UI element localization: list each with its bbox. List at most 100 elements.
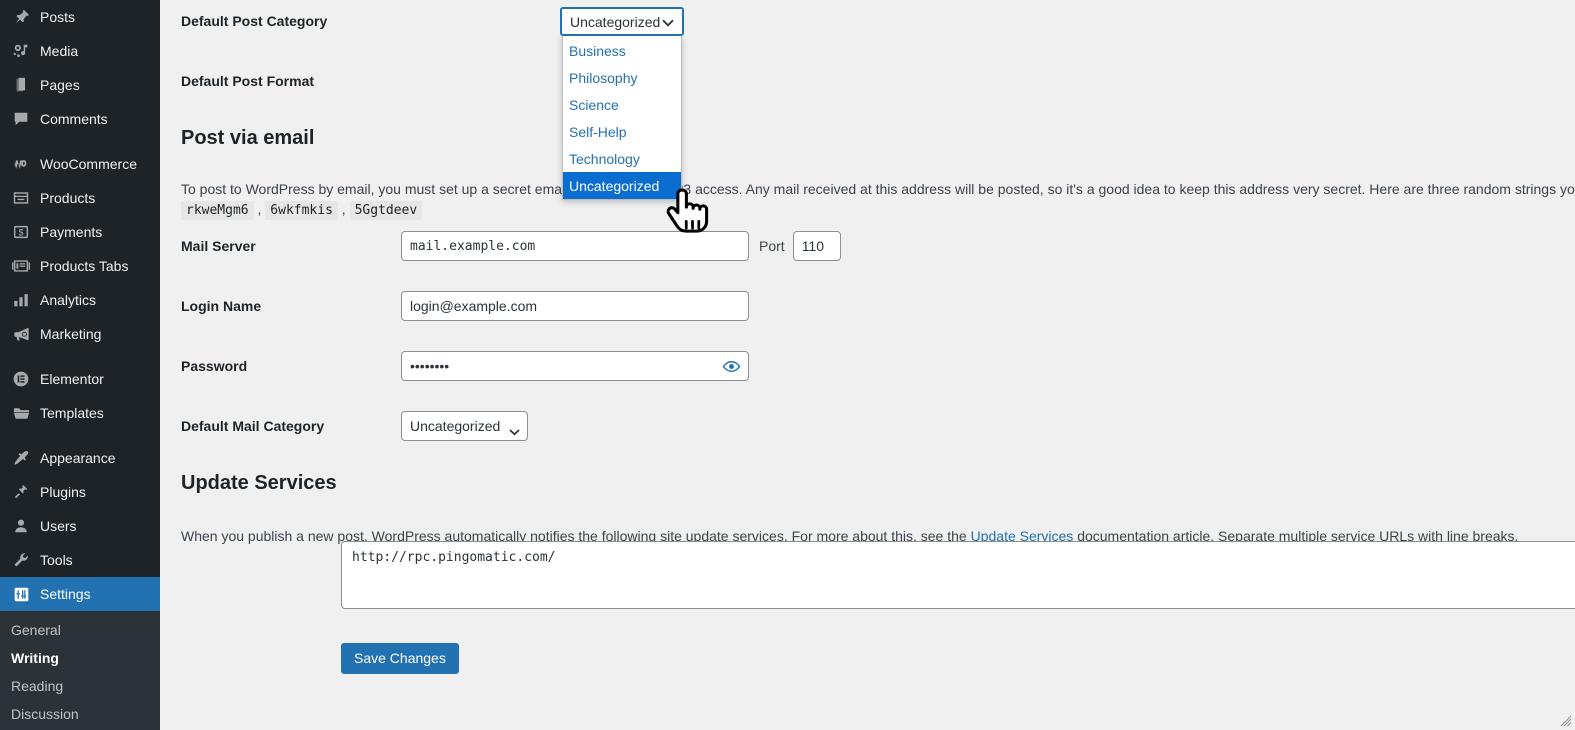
sidebar-item-elementor[interactable]: Elementor: [0, 362, 160, 396]
products-tabs-icon: [11, 256, 31, 276]
users-icon: [11, 516, 31, 536]
default-post-category-select[interactable]: Uncategorized: [560, 7, 684, 36]
sidebar-item-users[interactable]: Users: [0, 509, 160, 543]
post-via-email-description-text: To post to WordPress by email, you must …: [181, 181, 1575, 197]
password-field-wrapper: [401, 351, 749, 381]
default-post-format-label: Default Post Format: [181, 73, 315, 89]
sidebar-item-label: Templates: [40, 405, 104, 421]
mail-server-label: Mail Server: [181, 237, 256, 254]
dropdown-option-self-help[interactable]: Self-Help: [563, 118, 681, 145]
payments-icon: $: [11, 222, 31, 242]
submenu-item-reading[interactable]: Reading: [0, 672, 160, 700]
sidebar-item-products[interactable]: Products: [0, 181, 160, 215]
dropdown-option-science[interactable]: Science: [563, 91, 681, 118]
settings-icon: [11, 584, 31, 604]
post-via-email-heading: Post via email: [181, 127, 315, 149]
dropdown-option-business[interactable]: Business: [563, 37, 681, 64]
comma: ,: [337, 201, 350, 217]
sidebar-item-label: Users: [40, 518, 77, 534]
random-string-2: 6wkfmkis: [265, 201, 338, 220]
sidebar-item-label: Products Tabs: [40, 258, 129, 274]
sidebar-item-woocommerce[interactable]: WooCommerce: [0, 147, 160, 181]
update-services-textarea[interactable]: http://rpc.pingomatic.com/: [341, 541, 1575, 609]
admin-sidebar: Posts Media Pages Comments WooCommerce P…: [0, 0, 168, 730]
post-via-email-description: To post to WordPress by email, you must …: [181, 179, 1575, 200]
row-login-name: Login Name: [181, 291, 749, 321]
settings-writing-content: Default Post Category Default Post Forma…: [160, 0, 1575, 730]
menu-separator: [0, 430, 160, 441]
sidebar-item-templates[interactable]: Templates: [0, 396, 160, 430]
sidebar-item-tools[interactable]: Tools: [0, 543, 160, 577]
menu-separator: [0, 136, 160, 147]
comment-icon: [11, 109, 31, 129]
media-icon: [11, 41, 31, 61]
appearance-icon: [11, 448, 31, 468]
sidebar-item-posts[interactable]: Posts: [0, 0, 160, 34]
default-post-category-label: Default Post Category: [181, 13, 328, 29]
dropdown-option-uncategorized[interactable]: Uncategorized: [563, 172, 681, 199]
sidebar-item-appearance[interactable]: Appearance: [0, 441, 160, 475]
submenu-item-general[interactable]: General: [0, 616, 160, 644]
default-mail-category-label: Default Mail Category: [181, 417, 325, 434]
sidebar-item-settings[interactable]: Settings: [0, 577, 168, 611]
port-label: Port: [759, 238, 785, 254]
row-default-post-category: Default Post Category: [181, 12, 401, 30]
update-services-heading: Update Services: [181, 472, 337, 494]
save-changes-button[interactable]: Save Changes: [341, 643, 459, 674]
menu-separator: [0, 351, 160, 362]
default-mail-category-wrapper: Uncategorized: [401, 411, 528, 441]
sidebar-item-label: Marketing: [40, 326, 102, 342]
marketing-icon: [11, 324, 31, 344]
login-name-input[interactable]: [401, 291, 749, 321]
sidebar-item-comments[interactable]: Comments: [0, 102, 160, 136]
tools-icon: [11, 550, 31, 570]
woocommerce-icon: [11, 154, 31, 174]
row-default-post-format: Default Post Format: [181, 72, 401, 90]
sidebar-item-label: WooCommerce: [40, 156, 137, 172]
settings-submenu: General Writing Reading Discussion: [0, 611, 160, 730]
submenu-item-writing[interactable]: Writing: [0, 644, 160, 672]
password-input[interactable]: [401, 351, 749, 381]
comma: ,: [253, 201, 266, 217]
textarea-resize-handle[interactable]: [1560, 715, 1572, 727]
default-mail-category-select[interactable]: Uncategorized: [401, 411, 528, 441]
sidebar-item-media[interactable]: Media: [0, 34, 160, 68]
row-default-mail-category: Default Mail Category Uncategorized: [181, 411, 528, 441]
sidebar-item-label: Plugins: [40, 484, 86, 500]
templates-icon: [11, 403, 31, 423]
sidebar-item-products-tabs[interactable]: Products Tabs: [0, 249, 160, 283]
sidebar-item-label: Products: [40, 190, 96, 206]
pages-icon: [11, 75, 31, 95]
sidebar-item-label: Media: [40, 43, 79, 59]
sidebar-item-label: Comments: [40, 111, 108, 127]
sidebar-item-marketing[interactable]: Marketing: [0, 317, 160, 351]
password-label: Password: [181, 357, 248, 374]
sidebar-item-label: Appearance: [40, 450, 116, 466]
svg-text:$: $: [18, 228, 23, 238]
elementor-icon: [11, 369, 31, 389]
sidebar-item-label: Pages: [40, 77, 80, 93]
chevron-down-icon: [662, 14, 674, 30]
row-mail-server: Mail Server Port: [181, 231, 841, 261]
sidebar-item-plugins[interactable]: Plugins: [0, 475, 160, 509]
submenu-item-discussion[interactable]: Discussion: [0, 700, 160, 728]
sidebar-item-analytics[interactable]: Analytics: [0, 283, 160, 317]
sidebar-item-payments[interactable]: $ Payments: [0, 215, 160, 249]
sidebar-item-label: Analytics: [40, 292, 97, 308]
sidebar-item-label: Elementor: [40, 371, 104, 387]
dropdown-option-technology[interactable]: Technology: [563, 145, 681, 172]
dropdown-option-philosophy[interactable]: Philosophy: [563, 64, 681, 91]
default-post-category-dropdown-list: Business Philosophy Science Self-Help Te…: [562, 36, 682, 200]
random-string-1: rkweMgm6: [181, 201, 254, 220]
sidebar-item-label: Settings: [40, 586, 91, 602]
mail-server-input[interactable]: [401, 231, 749, 261]
random-string-3: 5Ggtdeev: [349, 201, 423, 220]
login-name-label: Login Name: [181, 297, 262, 314]
sidebar-item-label: Payments: [40, 224, 103, 240]
analytics-icon: [11, 290, 31, 310]
eye-icon[interactable]: [721, 356, 741, 376]
sidebar-item-pages[interactable]: Pages: [0, 68, 160, 102]
row-password: Password: [181, 351, 749, 381]
port-input[interactable]: [792, 231, 841, 261]
sidebar-item-label: Tools: [40, 552, 73, 568]
